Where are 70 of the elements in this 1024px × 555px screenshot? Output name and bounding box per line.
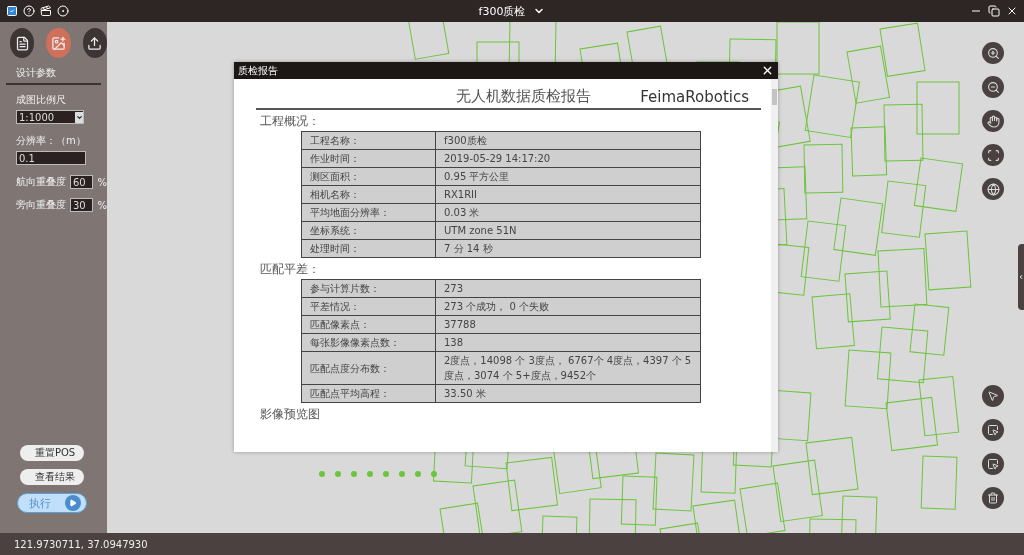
section-title: 设计参数 <box>16 66 57 80</box>
table-cell: 坐标系统： <box>301 221 436 240</box>
panel-tab[interactable] <box>10 28 35 58</box>
table-cell: 138 <box>435 333 701 352</box>
table-cell: 2度点，14098 个 3度点， 6767个 4度点，4397 个 5度点，3074 个 5+度点，9452个 <box>435 351 701 385</box>
table-cell: 33.50 米 <box>435 384 701 403</box>
caret-icon <box>75 113 83 121</box>
action-button[interactable]: 重置POS <box>20 445 84 461</box>
pointer-box-icon[interactable] <box>982 419 1004 441</box>
section-heading: 影像预览图 <box>260 407 321 422</box>
brand-text: FeimaRobotics <box>640 88 749 106</box>
section-heading: 工程概况： <box>260 114 321 129</box>
table-cell: 每张影像像素点数： <box>301 333 436 352</box>
table-cell: 匹配点平均高程： <box>301 384 436 403</box>
panel-tab[interactable] <box>82 28 107 58</box>
field-label: 旁向重叠度 <box>16 198 66 212</box>
table-cell: f300质检 <box>435 131 701 150</box>
table-cell: 0.95 平方公里 <box>435 167 701 186</box>
field-label: 成图比例尺 <box>16 93 67 107</box>
table-cell: 作业时间： <box>301 149 436 168</box>
fullscreen-icon[interactable] <box>982 144 1004 166</box>
restore-icon[interactable] <box>988 5 1000 17</box>
help-icon[interactable] <box>23 5 35 17</box>
table-cell: 273 <box>435 279 701 298</box>
table-cell: 工程名称： <box>301 131 436 150</box>
document-icon <box>14 35 30 51</box>
table-cell: 测区面积： <box>301 167 436 186</box>
resolution-field[interactable]: 0.1 <box>16 151 86 165</box>
unit-label: % <box>97 199 107 211</box>
overlap-field[interactable]: 30 <box>70 198 94 212</box>
image-icon <box>51 35 66 51</box>
hand-icon[interactable] <box>982 110 1004 132</box>
section-heading: 匹配平差： <box>260 262 321 277</box>
table-cell: 7 分 14 秒 <box>435 239 701 258</box>
close-button[interactable] <box>761 64 774 77</box>
field-label: 航向重叠度 <box>16 175 66 189</box>
coordinates-text: 121.9730711, 37.0947930 <box>14 538 148 550</box>
table-cell: 匹配像素点： <box>301 315 436 334</box>
globe-icon[interactable] <box>982 178 1004 200</box>
action-button[interactable]: 查看结果 <box>20 469 84 485</box>
table-cell: 2019-05-29 14:17:20 <box>435 149 701 168</box>
report-heading: 无人机数据质检报告 <box>454 87 592 106</box>
table-cell: 匹配点度分布数： <box>301 351 436 385</box>
zoom-in-icon[interactable] <box>982 42 1004 64</box>
close-icon[interactable] <box>1006 5 1018 17</box>
pointer-box-icon[interactable] <box>982 453 1004 475</box>
table-cell: 0.03 米 <box>435 203 701 222</box>
overlap-field[interactable]: 60 <box>70 175 94 189</box>
table-cell: 平均地面分辨率： <box>301 203 436 222</box>
unit-label: % <box>97 176 107 188</box>
table-cell: 相机名称： <box>301 185 436 204</box>
field-label: 分辨率：（m） <box>16 134 87 148</box>
table-cell: 平差情况： <box>301 297 436 316</box>
trash-icon[interactable] <box>982 487 1004 509</box>
app-title: f300质检 <box>478 3 526 19</box>
table-cell: 参与计算片数： <box>301 279 436 298</box>
scale-select[interactable]: 1:1000 <box>16 110 84 124</box>
table-cell: 处理时间： <box>301 239 436 258</box>
table-cell: UTM zone 51N <box>435 221 701 240</box>
checkbox-icon[interactable] <box>6 5 18 17</box>
pointer-icon[interactable] <box>982 385 1004 407</box>
panel-handle[interactable] <box>1018 244 1024 310</box>
zoom-out-icon[interactable] <box>982 76 1004 98</box>
play-icon <box>65 495 81 511</box>
table-cell: 37788 <box>435 315 701 334</box>
table-cell: 273 个成功， 0 个失败 <box>435 297 701 316</box>
clapperboard-icon[interactable] <box>40 5 52 17</box>
dialog-title: 质检报告 <box>238 63 278 78</box>
upload-icon <box>87 35 103 51</box>
table-cell: RX1RII <box>435 185 701 204</box>
